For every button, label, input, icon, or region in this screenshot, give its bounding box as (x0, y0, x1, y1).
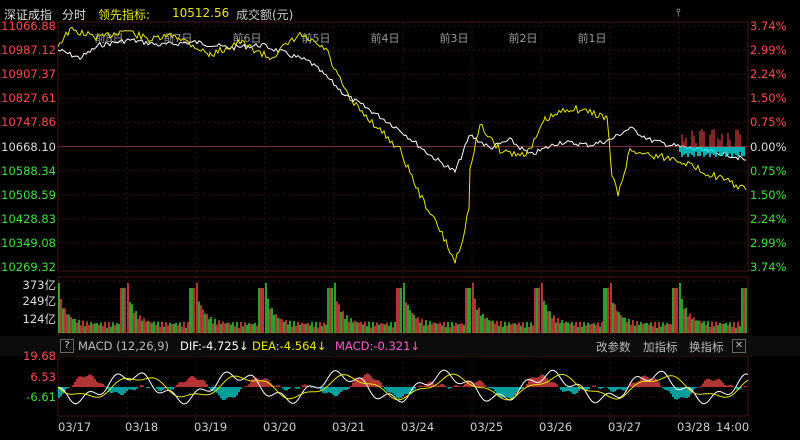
date-label: 03/18 (125, 420, 159, 434)
macd-value: MACD:-0.321↓ (335, 339, 421, 353)
macd-tick-label: -6.61 (26, 390, 56, 404)
macd-dea-value: DEA:-4.564↓ (252, 339, 327, 353)
close-icon[interactable]: ✕ (732, 339, 746, 353)
volume-tick-label: 124亿 (22, 312, 56, 326)
leader-indicator-line (57, 26, 747, 264)
date-label: 03/27 (608, 420, 642, 434)
macd-toolbar: ? MACD (12,26,9) DIF:-4.725↓ DEA:-4.564↓… (0, 336, 800, 356)
date-label: 03/21 (332, 420, 366, 434)
date-label: 03/26 (539, 420, 573, 434)
volume-tick-label: 249亿 (22, 294, 56, 308)
volume-tick-label: 373亿 (22, 278, 56, 292)
macd-title: MACD (12,26,9) (78, 339, 169, 353)
date-label: 03/24 (401, 420, 435, 434)
switch-indicator-button[interactable]: 换指标 (689, 339, 724, 355)
date-label: 03/25 (470, 420, 504, 434)
macd-tick-label: 19.68 (23, 349, 56, 363)
macd-dif-value: DIF:-4.725↓ (180, 339, 249, 353)
date-label: 03/17 (58, 420, 92, 434)
date-label: 03/28 (677, 420, 711, 434)
add-indicator-button[interactable]: 加指标 (643, 339, 678, 355)
help-button[interactable]: ? (60, 339, 74, 353)
chart-canvas (57, 21, 749, 432)
change-params-button[interactable]: 改参数 (596, 339, 631, 355)
macd-tick-label: 6.53 (30, 370, 56, 384)
end-time-label: 14:00 (716, 420, 750, 434)
date-label: 03/19 (194, 420, 228, 434)
index-price-line (57, 38, 746, 174)
date-label: 03/20 (263, 420, 297, 434)
intraday-chart-window: 深证成指 分时 领先指标: 10512.56 成交额(元) ⫯ 11066.88… (0, 0, 800, 440)
